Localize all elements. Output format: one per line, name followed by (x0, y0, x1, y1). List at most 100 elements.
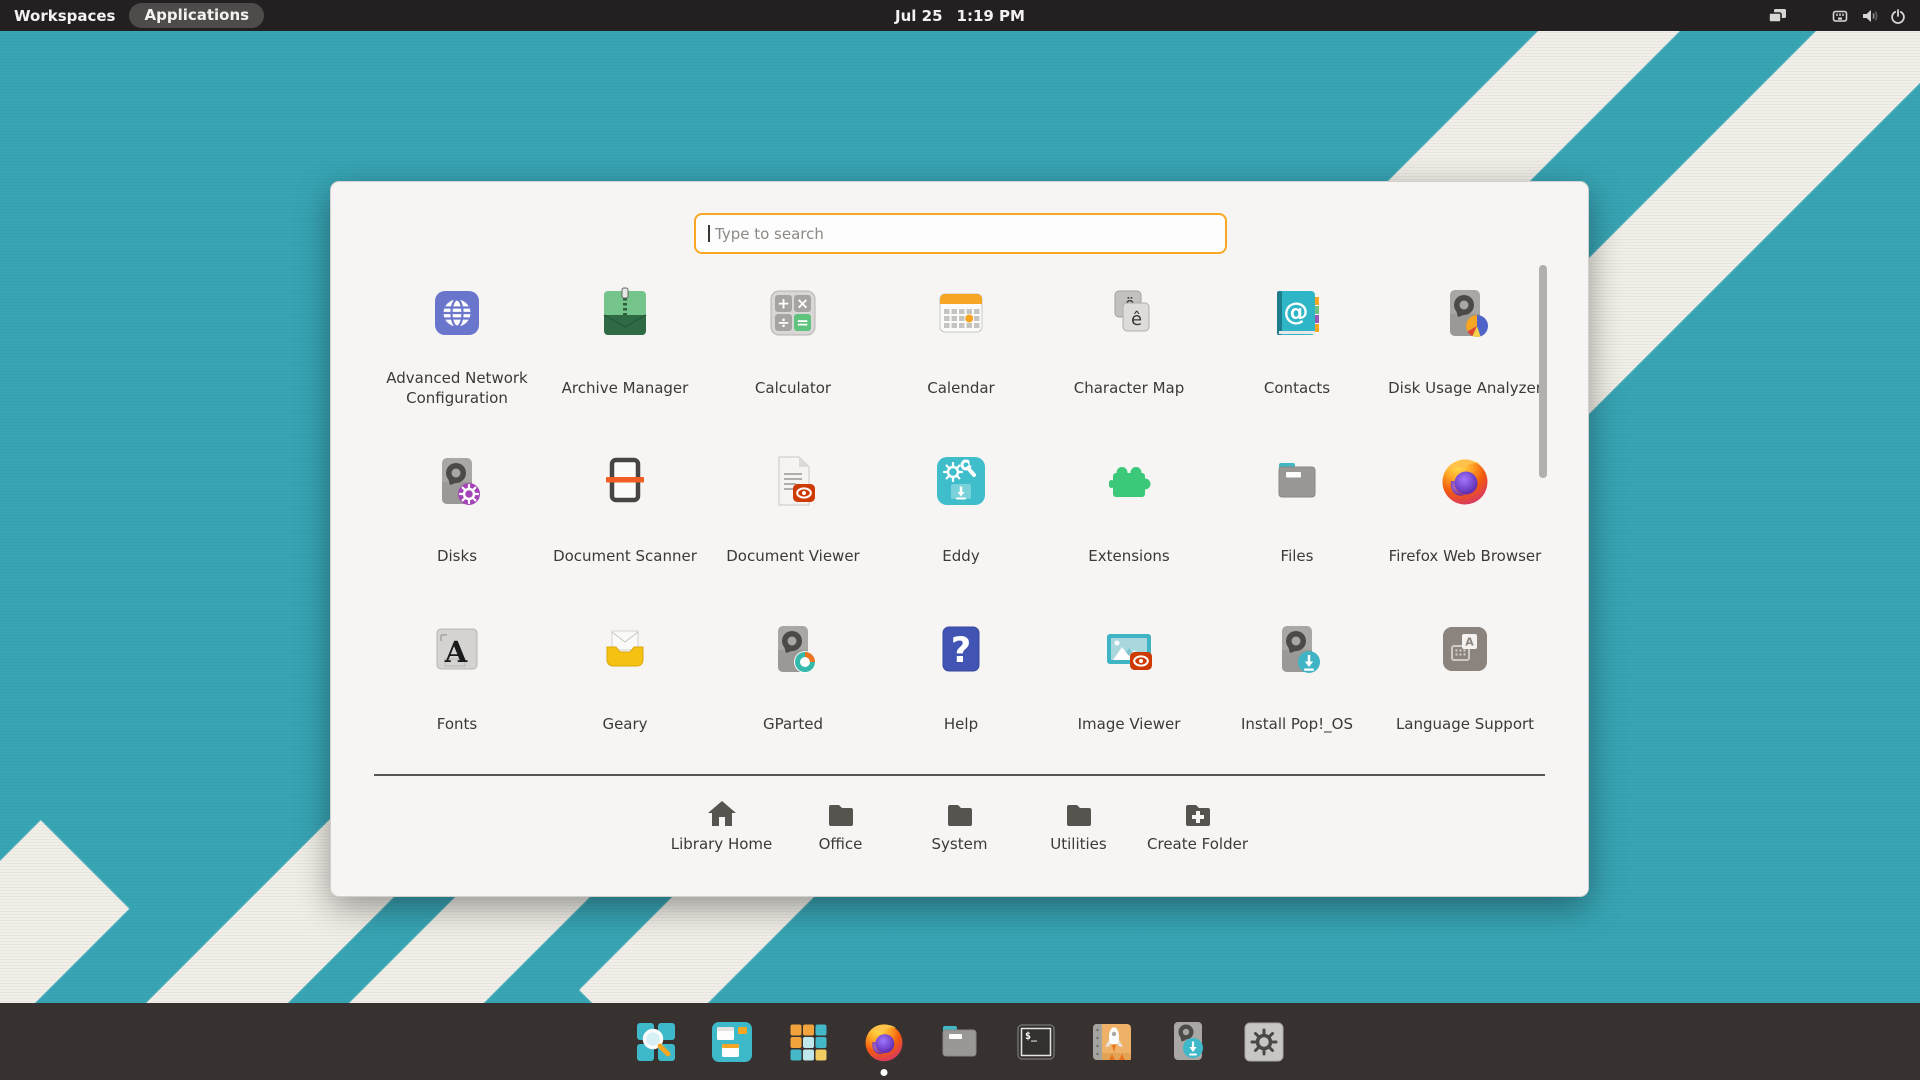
app-launcher-window: Type to search Advanced Network Configur… (330, 181, 1589, 897)
app-archive-manager[interactable]: Archive Manager (541, 263, 709, 431)
app-label: Install Pop!_OS (1217, 714, 1377, 734)
category-create-folder[interactable]: Create Folder (1138, 797, 1257, 853)
app-document-viewer[interactable]: Document Viewer (709, 431, 877, 599)
app-fonts[interactable]: A Fonts (373, 599, 541, 767)
dock-pop-shop[interactable] (1089, 1019, 1135, 1065)
app-contacts[interactable]: @ Contacts (1213, 263, 1381, 431)
document-viewer-icon (765, 453, 821, 509)
clock-date: Jul 25 (895, 7, 943, 25)
svg-text:÷: ÷ (777, 314, 790, 332)
category-office[interactable]: Office (781, 797, 900, 853)
svg-text:+: + (777, 295, 790, 313)
clock[interactable]: Jul 25 1:19 PM (0, 7, 1920, 25)
app-label: Firefox Web Browser (1385, 546, 1545, 566)
app-image-viewer[interactable]: Image Viewer (1045, 599, 1213, 767)
app-character-map[interactable]: öê Character Map (1045, 263, 1213, 431)
app-label: Fonts (377, 714, 537, 734)
dock-pop-installer[interactable] (1165, 1019, 1211, 1065)
install-pop-os-icon (1269, 621, 1325, 677)
dock-workspaces-overview[interactable] (709, 1019, 755, 1065)
app-advanced-network-configuration[interactable]: Advanced Network Configuration (373, 263, 541, 431)
language-support-icon: A (1437, 621, 1493, 677)
disks-icon (429, 453, 485, 509)
dock-settings[interactable] (1241, 1019, 1287, 1065)
app-label: Extensions (1049, 546, 1209, 566)
category-label: Office (819, 835, 863, 853)
app-label: Help (881, 714, 1041, 734)
gparted-icon (765, 621, 821, 677)
app-help[interactable]: ? Help (877, 599, 1045, 767)
app-install-pop-os[interactable]: Install Pop!_OS (1213, 599, 1381, 767)
clock-time: 1:19 PM (957, 7, 1025, 25)
folder-icon (825, 797, 857, 829)
ethernet-icon[interactable] (1832, 8, 1848, 24)
svg-text:$_: $_ (1025, 1031, 1038, 1042)
category-utilities[interactable]: Utilities (1019, 797, 1138, 853)
app-label: GParted (713, 714, 873, 734)
app-firefox-web-browser[interactable]: Firefox Web Browser (1381, 431, 1549, 599)
app-files[interactable]: Files (1213, 431, 1381, 599)
displays-icon[interactable] (1768, 8, 1788, 24)
svg-text:@: @ (1284, 297, 1309, 326)
app-calculator[interactable]: +×÷= Calculator (709, 263, 877, 431)
app-label: Language Support (1385, 714, 1545, 734)
app-eddy[interactable]: Eddy (877, 431, 1045, 599)
power-icon[interactable] (1890, 8, 1906, 24)
dock-files[interactable] (937, 1019, 983, 1065)
dock-applications-grid[interactable] (785, 1019, 831, 1065)
app-document-scanner[interactable]: Document Scanner (541, 431, 709, 599)
home-icon (706, 797, 738, 829)
dock-firefox[interactable] (861, 1019, 907, 1065)
dock-pop-launcher[interactable] (633, 1019, 679, 1065)
app-gparted[interactable]: GParted (709, 599, 877, 767)
category-system[interactable]: System (900, 797, 1019, 853)
category-bar: Library Home Office System Utilities Cre… (331, 797, 1588, 853)
dock: $_ (0, 1003, 1920, 1080)
eddy-icon (933, 453, 989, 509)
folder-icon (944, 797, 976, 829)
fonts-icon: A (429, 621, 485, 677)
disk-usage-analyzer-icon (1437, 285, 1493, 341)
applications-button[interactable]: Applications (129, 3, 264, 28)
folder-icon (1063, 797, 1095, 829)
category-label: Utilities (1050, 835, 1106, 853)
app-geary[interactable]: Geary (541, 599, 709, 767)
workspaces-button[interactable]: Workspaces (14, 7, 115, 25)
files-icon (1269, 453, 1325, 509)
app-label: Eddy (881, 546, 1041, 566)
svg-text:ê: ê (1131, 309, 1142, 330)
app-disks[interactable]: Disks (373, 431, 541, 599)
folder-plus-icon (1182, 797, 1214, 829)
category-label: Library Home (671, 835, 773, 853)
archive-manager-icon (597, 285, 653, 341)
app-label: Geary (545, 714, 705, 734)
app-calendar[interactable]: Calendar (877, 263, 1045, 431)
firefox-icon (1437, 453, 1493, 509)
svg-text:A: A (444, 635, 468, 669)
divider (374, 774, 1545, 776)
character-map-icon: öê (1101, 285, 1157, 341)
search-placeholder: Type to search (715, 225, 824, 243)
volume-icon[interactable] (1861, 8, 1879, 24)
category-label: System (932, 835, 988, 853)
scrollbar-thumb[interactable] (1539, 265, 1547, 478)
search-input[interactable]: Type to search (694, 213, 1227, 254)
app-extensions[interactable]: Extensions (1045, 431, 1213, 599)
category-library-home[interactable]: Library Home (662, 797, 781, 853)
category-label: Create Folder (1147, 835, 1248, 853)
app-disk-usage-analyzer[interactable]: Disk Usage Analyzer (1381, 263, 1549, 431)
app-label: Advanced Network Configuration (377, 368, 537, 408)
app-label: Contacts (1217, 378, 1377, 398)
app-language-support[interactable]: A Language Support (1381, 599, 1549, 767)
contacts-icon: @ (1269, 285, 1325, 341)
help-icon: ? (933, 621, 989, 677)
app-label: Image Viewer (1049, 714, 1209, 734)
app-label: Document Scanner (545, 546, 705, 566)
app-label: Disks (377, 546, 537, 566)
app-label: Files (1217, 546, 1377, 566)
image-viewer-icon (1101, 621, 1157, 677)
geary-icon (597, 621, 653, 677)
app-label: Document Viewer (713, 546, 873, 566)
dock-terminal[interactable]: $_ (1013, 1019, 1059, 1065)
app-label: Character Map (1049, 378, 1209, 398)
